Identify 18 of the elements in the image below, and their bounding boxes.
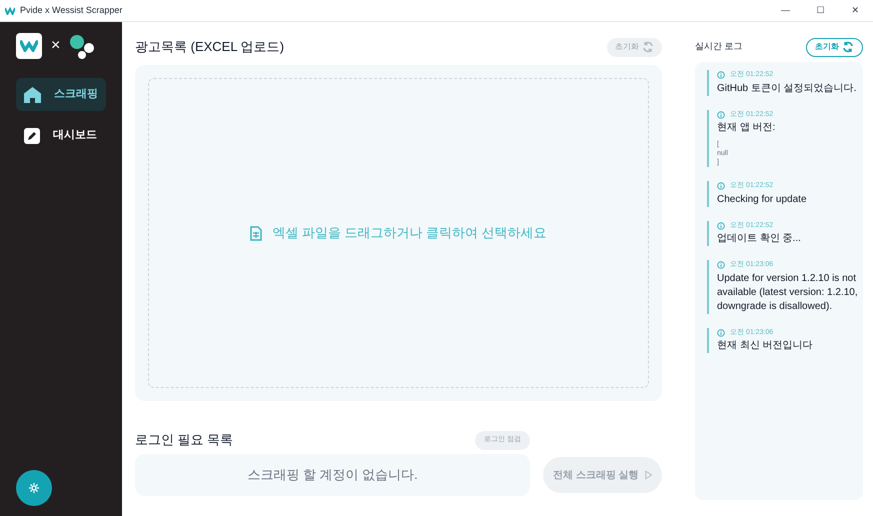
dropzone-text: 엑셀 파일을 드래그하거나 클릭하여 선택하세요	[272, 224, 547, 242]
nav-item[interactable]: 스크래핑	[16, 78, 106, 111]
log-message: Checking for update	[717, 192, 808, 206]
minimize-button[interactable]: —	[768, 0, 803, 22]
log-message: 현재 최신 버전입니다	[717, 339, 814, 353]
log-message: 현재 앱 버전:	[717, 121, 776, 135]
log-title: 실시간 로그	[695, 40, 743, 54]
window-title: Pvide x Wessist Scrapper	[20, 4, 122, 17]
separator-text: ×	[51, 36, 60, 56]
empty-message: 스크래핑 할 계정이 없습니다.	[135, 454, 530, 496]
log-message: 업데이트 확인 중...	[717, 232, 802, 246]
section-title: 로그인 필요 목록	[135, 431, 234, 450]
log-message: GitHub 토큰이 설정되었습니다.	[717, 82, 858, 96]
section-title: 광고목록 (EXCEL 업로드)	[135, 38, 284, 56]
close-button[interactable]: ✕	[838, 0, 873, 22]
log-message: Update for version 1.2.10 is not available (latest version: 1.2.10, downgrade is disallowed).	[717, 272, 859, 314]
nav-item[interactable]: 대시보드	[16, 119, 106, 152]
maximize-button[interactable]: ☐	[803, 0, 838, 22]
